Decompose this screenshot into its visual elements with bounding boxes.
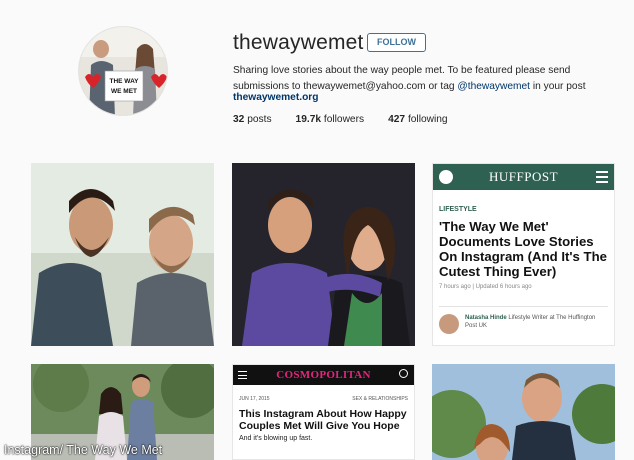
bio-text: submissions to thewaywemet@yahoo.com or … xyxy=(233,80,458,92)
following-count: 427 xyxy=(388,114,406,125)
article-headline: 'The Way We Met' Documents Love Stories … xyxy=(439,219,607,279)
post-thumbnail-cosmopolitan[interactable]: COSMOPOLITAN JUN 17, 2015 SEX & RELATION… xyxy=(232,364,415,460)
article-timestamp: 7 hours ago | Updated 6 hours ago xyxy=(439,284,532,290)
post-thumbnail[interactable] xyxy=(31,163,214,346)
profile-website-link[interactable]: thewaywemet.org xyxy=(233,92,319,103)
huffpost-logo: HUFFPOST xyxy=(488,169,559,184)
author-byline: Natasha Hinde Lifestyle Writer at The Hu… xyxy=(465,314,605,330)
bio-text: in your post xyxy=(530,80,586,92)
bio-mention-link[interactable]: @thewaywemet xyxy=(457,81,530,92)
followers-count: 19.7k xyxy=(295,114,322,125)
post-thumbnail-huffpost[interactable]: HUFFPOST LIFESTYLE 'The Way We Met' Docu… xyxy=(432,163,615,346)
article-meta: JUN 17, 2015 SEX & RELATIONSHIPS xyxy=(239,396,408,402)
followers-stat[interactable]: 19.7k followers xyxy=(296,114,365,125)
following-stat[interactable]: 427 following xyxy=(388,114,448,125)
follow-button[interactable]: FOLLOW xyxy=(367,33,426,52)
svg-text:WE MET: WE MET xyxy=(111,88,137,95)
profile-stats: 32 posts 19.7k followers 427 following xyxy=(233,114,448,125)
author-avatar xyxy=(439,314,459,334)
profile-username: thewaywemet xyxy=(233,31,364,54)
post-thumbnail[interactable] xyxy=(432,364,615,460)
bio-line: Sharing love stories about the way peopl… xyxy=(233,65,571,76)
menu-icon xyxy=(238,371,247,379)
profile-avatar[interactable]: THE WAY WE MET xyxy=(78,26,168,116)
image-credit-watermark: Instagram/ The Way We Met xyxy=(4,443,163,457)
article-subhead: And it's blowing up fast. xyxy=(239,435,313,442)
article-section: LIFESTYLE xyxy=(439,206,477,213)
post-thumbnail[interactable] xyxy=(232,163,415,346)
posts-count: 32 xyxy=(233,114,245,125)
cosmopolitan-logo: COSMOPOLITAN xyxy=(276,369,371,381)
divider xyxy=(439,306,608,307)
article-headline: This Instagram About How Happy Couples M… xyxy=(239,408,407,432)
article-author: Natasha Hinde Lifestyle Writer at The Hu… xyxy=(439,314,605,334)
following-label: following xyxy=(407,114,448,125)
profile-bio: Sharing love stories about the way peopl… xyxy=(233,63,613,94)
article-category: SEX & RELATIONSHIPS xyxy=(352,396,408,402)
search-icon xyxy=(399,369,408,378)
posts-stat: 32 posts xyxy=(233,114,272,125)
author-name: Natasha Hinde xyxy=(465,315,507,321)
article-date: JUN 17, 2015 xyxy=(239,396,270,402)
followers-label: followers xyxy=(323,114,365,125)
posts-label: posts xyxy=(247,114,272,125)
globe-icon xyxy=(439,170,453,184)
menu-icon xyxy=(596,171,608,183)
cosmopolitan-header: COSMOPOLITAN xyxy=(233,365,414,385)
huffpost-header: HUFFPOST xyxy=(433,164,614,190)
svg-text:THE WAY: THE WAY xyxy=(109,78,139,85)
